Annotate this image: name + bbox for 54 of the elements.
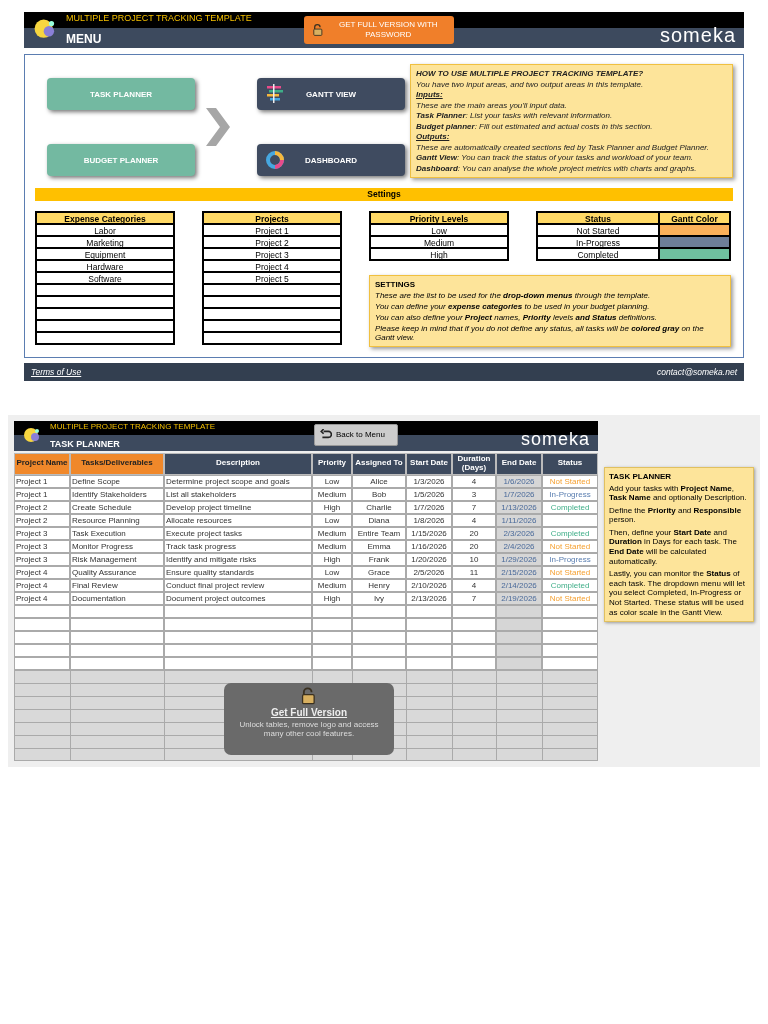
note-text: You can define your expense categories to be used in your budget planning. xyxy=(375,301,651,311)
nav-button[interactable]: GANTT VIEW xyxy=(257,78,405,110)
column-header: Project Name xyxy=(14,452,70,475)
note-title: TASK PLANNER xyxy=(609,471,673,481)
note-text: SETTINGS xyxy=(375,279,416,289)
settings-title: Settings xyxy=(35,187,733,201)
note-text: Then, define your Start Date and Duration in Days for each task. The End Date will be calculated automatically. xyxy=(609,527,738,567)
logo: someka xyxy=(520,429,590,451)
column-header: Priority Levels xyxy=(370,211,508,224)
padlock-icon xyxy=(300,686,318,705)
template-title: MULTIPLE PROJECT TRACKING TEMPLATE xyxy=(50,421,216,431)
terms-link[interactable]: Terms of Use xyxy=(31,366,82,377)
column-header: Tasks/Deliverables xyxy=(70,452,164,475)
help-text: Outputs: xyxy=(416,132,451,141)
column-header: Status xyxy=(537,211,659,224)
note-text: These are the list to be used for the drop-down menus through the template. xyxy=(375,290,652,300)
note-text: Define the Priority and Responsible person. xyxy=(609,505,743,525)
column-header: Projects xyxy=(203,211,341,224)
help-text: Gantt View: You can track the status of your tasks and workload of your team. xyxy=(416,153,695,162)
nav-button[interactable]: DASHBOARD xyxy=(257,144,405,176)
column-header: Status xyxy=(542,452,598,475)
chevron-right-icon xyxy=(206,108,230,146)
column-header: Gantt Color xyxy=(659,211,730,224)
upgrade-link[interactable]: Get Full Version xyxy=(270,706,348,718)
logo: someka xyxy=(659,25,736,48)
donut-chart-icon xyxy=(265,150,285,170)
help-text: You have two input areas, and two output areas in this template. xyxy=(416,79,645,89)
upgrade-text: Unlock tables, remove logo and access many other cool features. xyxy=(238,719,380,738)
sheet-title: MENU xyxy=(66,32,103,46)
padlock-icon xyxy=(312,22,325,38)
help-text: Task Planner: List your tasks with relevant information. xyxy=(416,111,614,120)
column-header: Description xyxy=(164,452,312,475)
column-header: Start Date xyxy=(406,452,452,475)
back-arrow-icon xyxy=(320,428,332,441)
template-title: MULTIPLE PROJECT TRACKING TEMPLATE xyxy=(66,13,252,23)
contact-email: contact@someka.net xyxy=(657,366,737,377)
note-text: Add your tasks with Project Name, Task Name and optionally Description. xyxy=(609,483,748,503)
column-header: Assigned To xyxy=(352,452,406,475)
help-text: These are the main areas you'll input data. xyxy=(416,100,568,110)
sheet-title: TASK PLANNER xyxy=(50,438,121,449)
help-text: Dashboard: You can analyse the whole project metrics with charts and graphs. xyxy=(416,163,698,173)
help-text: Budget planner: Fill out estimated and actual costs in this section. xyxy=(416,121,654,131)
help-text: HOW TO USE MULTIPLE PROJECT TRACKING TEMPLATE? xyxy=(416,69,645,78)
column-header: End Date xyxy=(496,452,542,475)
help-text: Inputs: xyxy=(416,90,444,99)
column-header: Expense Categories xyxy=(36,211,174,224)
gantt-bars-icon xyxy=(265,84,285,103)
note-text: You can also define your Project names, Priority levels and Status definitions. xyxy=(375,312,658,322)
back-button[interactable]: Back to Menu xyxy=(314,423,398,446)
help-text: These are automatically created sections fed by Task Planner and Budget Planner. xyxy=(416,142,710,152)
note-text: Lastly, you can monitor the Status of each task. The dropdown menu will let you select Completed, In-Progress or Not Started. These status will be used as color scale in the Gantt View. xyxy=(609,569,746,618)
note-text: Please keep in mind that if you do not define any status, all tasks will be colored gray on the Gantt view. xyxy=(375,323,705,342)
column-header: Priority xyxy=(312,452,352,475)
column-header: Duration (Days) xyxy=(452,452,496,475)
